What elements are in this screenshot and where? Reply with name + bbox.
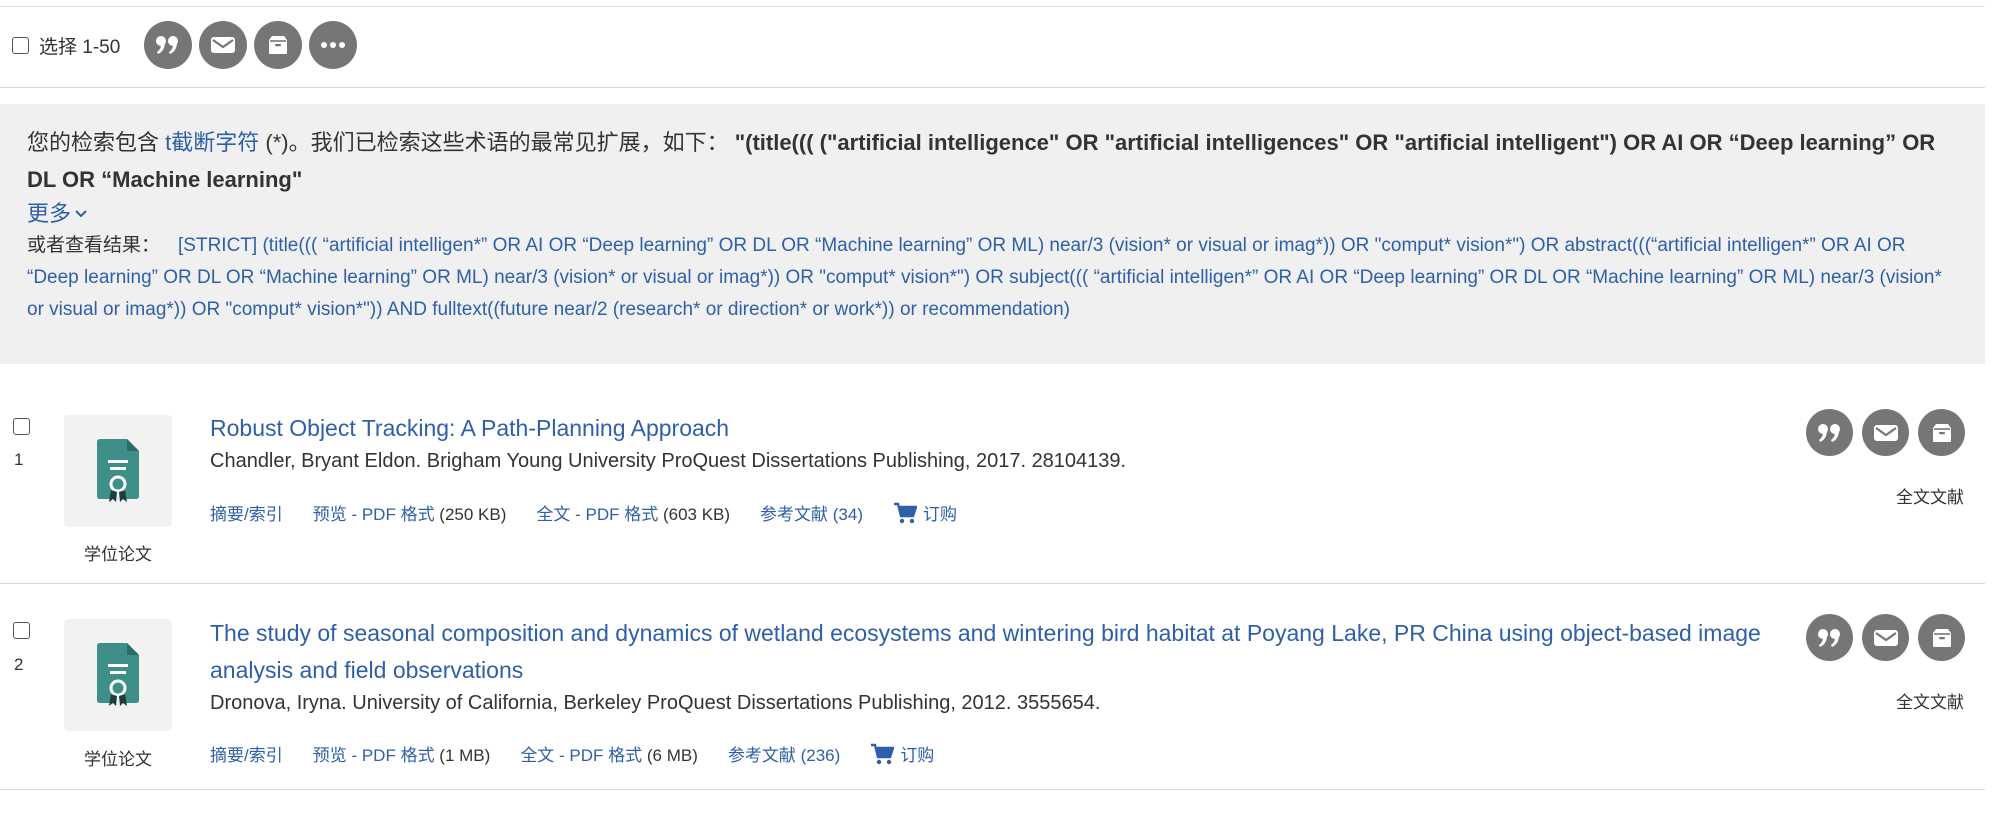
order-label: 订购 bbox=[900, 746, 935, 765]
cite-icon bbox=[1817, 423, 1840, 442]
result-title-link[interactable]: Robust Object Tracking: A Path-Planning … bbox=[210, 410, 1770, 447]
result-number: 1 bbox=[14, 450, 24, 469]
select-all[interactable]: 选择 1-50 bbox=[12, 32, 120, 59]
doc-thumbnail bbox=[64, 619, 172, 731]
select-all-label: 选择 1-50 bbox=[39, 36, 121, 58]
doc-type-label: 学位论文 bbox=[84, 750, 152, 769]
cite-icon bbox=[156, 36, 179, 54]
preview-size: (250 KB) bbox=[434, 505, 507, 524]
truncation-link[interactable]: t截断字符 bbox=[165, 130, 259, 155]
result-links: 摘要/索引 预览 - PDF 格式 (1 MB) 全文 - PDF 格式 (6 … bbox=[210, 741, 934, 766]
bulk-actions bbox=[144, 21, 364, 69]
alternate-results: 或者查看结果： [STRICT] (title((( “artificial in… bbox=[27, 230, 1957, 326]
more-label: 更多 bbox=[27, 201, 72, 226]
fulltext-label: 全文 - PDF 格式 bbox=[520, 746, 643, 765]
result-checkbox[interactable] bbox=[13, 418, 30, 435]
result-number: 2 bbox=[14, 655, 24, 674]
save-button[interactable] bbox=[1918, 614, 1965, 661]
cart-icon bbox=[871, 743, 895, 764]
cite-button[interactable] bbox=[1806, 409, 1853, 456]
fulltext-pdf-link[interactable]: 全文 - PDF 格式 (6 MB) bbox=[520, 741, 698, 766]
strict-query-link[interactable]: [STRICT] (title((( “artificial intellige… bbox=[27, 235, 1942, 320]
select-all-checkbox[interactable] bbox=[12, 36, 29, 54]
abstract-link[interactable]: 摘要/索引 bbox=[210, 500, 283, 525]
preview-size: (1 MB) bbox=[434, 746, 491, 765]
cite-button[interactable] bbox=[1806, 614, 1853, 661]
save-button[interactable] bbox=[254, 21, 303, 69]
result-actions bbox=[1806, 409, 1974, 456]
thesis-icon bbox=[97, 643, 139, 706]
doc-thumbnail bbox=[64, 415, 172, 527]
fulltext-badge: 全文文献 bbox=[1896, 488, 1964, 507]
result-citation: Dronova, Iryna. University of California… bbox=[210, 692, 1101, 714]
result-checkbox[interactable] bbox=[13, 622, 30, 639]
more-toggle[interactable]: 更多 bbox=[27, 198, 87, 230]
result-links: 摘要/索引 预览 - PDF 格式 (250 KB) 全文 - PDF 格式 (… bbox=[210, 500, 957, 525]
result-citation: Chandler, Bryant Eldon. Brigham Young Un… bbox=[210, 450, 1127, 472]
result-title-link[interactable]: The study of seasonal composition and dy… bbox=[210, 615, 1770, 689]
cart-icon bbox=[894, 502, 918, 523]
results-toolbar: 选择 1-50 bbox=[0, 20, 1985, 70]
preview-pdf-link[interactable]: 预览 - PDF 格式 (250 KB) bbox=[313, 500, 507, 525]
notice-middle: (*)。我们已检索这些术语的最常见扩展，如下： bbox=[259, 130, 729, 155]
save-button[interactable] bbox=[1918, 409, 1965, 456]
divider bbox=[0, 789, 1985, 790]
fulltext-badge: 全文文献 bbox=[1896, 693, 1964, 712]
order-link[interactable]: 订购 bbox=[893, 500, 957, 525]
expansion-text: 您的检索包含 t截断字符 (*)。我们已检索这些术语的最常见扩展，如下： "(t… bbox=[27, 124, 1957, 198]
preview-label: 预览 - PDF 格式 bbox=[312, 746, 435, 765]
references-link[interactable]: 参考文献 (34) bbox=[760, 500, 863, 525]
divider bbox=[0, 87, 1985, 88]
search-expansion-notice: 您的检索包含 t截断字符 (*)。我们已检索这些术语的最常见扩展，如下： "(t… bbox=[0, 104, 1985, 364]
result-actions bbox=[1806, 614, 1974, 661]
thesis-icon bbox=[97, 439, 139, 502]
fulltext-size: (6 MB) bbox=[642, 746, 698, 765]
cite-icon bbox=[1817, 628, 1840, 647]
email-button[interactable] bbox=[1862, 614, 1909, 661]
alt-label: 或者查看结果： bbox=[27, 235, 161, 256]
divider bbox=[0, 583, 1985, 584]
preview-pdf-link[interactable]: 预览 - PDF 格式 (1 MB) bbox=[313, 741, 491, 766]
notice-prefix: 您的检索包含 bbox=[27, 130, 166, 155]
doc-type-label: 学位论文 bbox=[84, 545, 152, 564]
divider bbox=[0, 6, 1985, 7]
chevron-down-icon bbox=[75, 210, 87, 218]
email-icon bbox=[1873, 629, 1898, 646]
email-button[interactable] bbox=[199, 21, 248, 69]
more-icon bbox=[321, 42, 346, 48]
save-icon bbox=[269, 36, 288, 54]
fulltext-label: 全文 - PDF 格式 bbox=[536, 505, 659, 524]
search-results-page: 选择 1-50 您的检索包含 t截断字符 (*)。我们已检索这些术语的最常见扩展… bbox=[0, 0, 1985, 816]
save-icon bbox=[1932, 423, 1951, 442]
save-icon bbox=[1932, 628, 1951, 647]
more-options-button[interactable] bbox=[309, 21, 358, 69]
email-icon bbox=[211, 37, 236, 53]
cite-button[interactable] bbox=[144, 21, 193, 69]
preview-label: 预览 - PDF 格式 bbox=[312, 505, 435, 524]
fulltext-pdf-link[interactable]: 全文 - PDF 格式 (603 KB) bbox=[536, 500, 730, 525]
order-link[interactable]: 订购 bbox=[870, 741, 934, 766]
references-link[interactable]: 参考文献 (236) bbox=[728, 741, 840, 766]
abstract-link[interactable]: 摘要/索引 bbox=[210, 741, 283, 766]
email-icon bbox=[1873, 424, 1898, 441]
order-label: 订购 bbox=[923, 505, 958, 524]
email-button[interactable] bbox=[1862, 409, 1909, 456]
fulltext-size: (603 KB) bbox=[658, 505, 731, 524]
